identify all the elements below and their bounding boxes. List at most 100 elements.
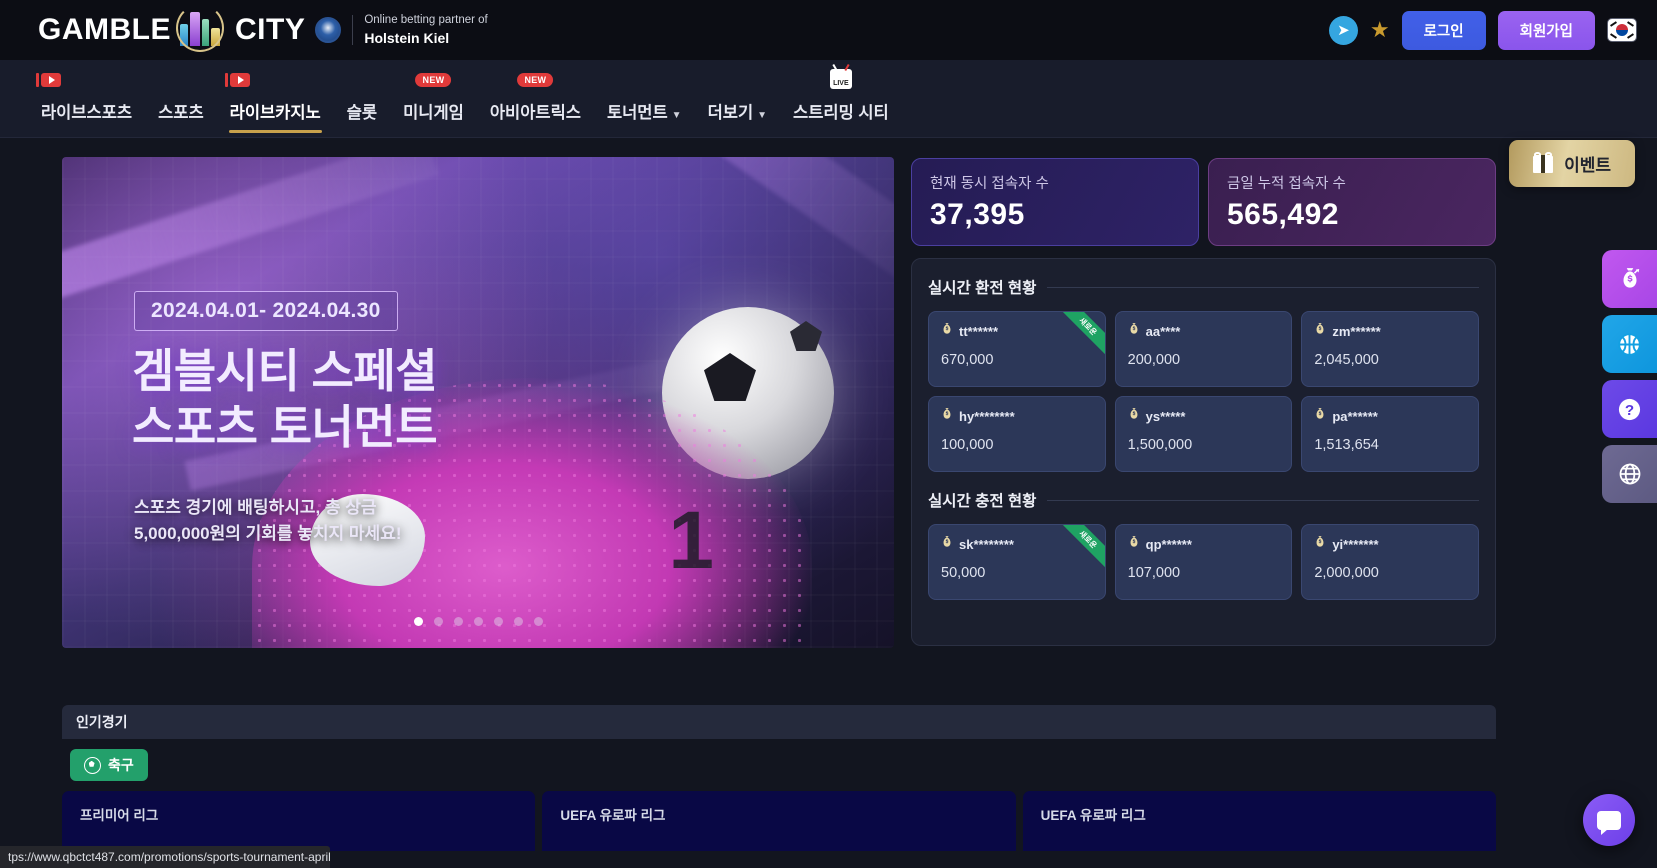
signup-button[interactable]: 회원가입 bbox=[1497, 10, 1595, 50]
exchange-card: tt****** 670,000 새로운 bbox=[928, 311, 1106, 387]
gift-icon bbox=[1533, 152, 1554, 173]
match-card[interactable]: 프리미어 리그 bbox=[62, 791, 536, 851]
promo-date-range-text: 2024.04.01- 2024.04.30 bbox=[151, 299, 381, 322]
user-row: tt****** bbox=[941, 323, 1093, 339]
nav-label: 아비아트릭스 bbox=[489, 104, 581, 122]
amount-value: 2,045,000 bbox=[1314, 352, 1379, 368]
exchange-card: aa**** 200,000 bbox=[1114, 311, 1293, 387]
header-divider bbox=[1047, 286, 1479, 288]
masked-username: pa****** bbox=[1332, 408, 1378, 424]
carousel-dot-4[interactable] bbox=[473, 617, 483, 626]
nav-item-more[interactable]: 더보기 ▼ bbox=[695, 99, 780, 137]
nav-label: 라이브스포츠 bbox=[41, 104, 133, 122]
south-korea-flag-icon[interactable] bbox=[1607, 18, 1637, 42]
floating-side-rail: ? bbox=[1602, 250, 1657, 503]
exchange-card: zm****** 2,045,000 bbox=[1301, 311, 1479, 387]
nav-item-slots[interactable]: 슬롯 bbox=[334, 99, 390, 137]
match-card[interactable]: UEFA 유로파 리그 bbox=[542, 791, 1016, 851]
promo-date-range: 2024.04.01- 2024.04.30 bbox=[134, 291, 398, 331]
nav-item-live-casino[interactable]: 라이브카지노 bbox=[217, 73, 334, 137]
carousel-dot-5[interactable] bbox=[493, 617, 503, 626]
question-mark-icon[interactable]: ? bbox=[1602, 380, 1657, 438]
nav-label: 더보기 bbox=[707, 104, 754, 122]
user-row: sk******** bbox=[941, 536, 1093, 552]
header-divider bbox=[1047, 499, 1479, 501]
money-bag-arrow-icon[interactable] bbox=[1602, 250, 1657, 308]
user-row: aa**** bbox=[1128, 323, 1280, 339]
event-button[interactable]: 이벤트 bbox=[1509, 140, 1635, 187]
main-nav: 라이브스포츠 스포츠 라이브카지노 슬롯 NEW 미니게임 NEW 아비아트릭스 bbox=[0, 60, 1657, 187]
chat-bubble-icon[interactable] bbox=[1583, 794, 1635, 846]
nav-label: 라이브카지노 bbox=[229, 104, 321, 122]
user-row: pa****** bbox=[1314, 408, 1466, 424]
league-name: UEFA 유로파 리그 bbox=[1040, 808, 1146, 823]
globe-icon[interactable] bbox=[1602, 445, 1657, 503]
login-button[interactable]: 로그인 bbox=[1401, 10, 1486, 50]
league-name: UEFA 유로파 리그 bbox=[560, 808, 666, 823]
hero-promo-banner[interactable]: 1 2024.04.01- 2024.04.30 겜블시티 스페셜 스포츠 토너… bbox=[62, 157, 894, 648]
exchange-section-title: 실시간 환전 현황 bbox=[928, 280, 1037, 297]
user-row: hy******** bbox=[941, 408, 1093, 424]
basketball-icon[interactable] bbox=[1602, 315, 1657, 373]
masked-username: zm****** bbox=[1332, 323, 1381, 339]
nav-label: 슬롯 bbox=[346, 104, 378, 122]
user-row: ys***** bbox=[1128, 408, 1280, 424]
sport-tab-soccer[interactable]: 축구 bbox=[70, 749, 148, 781]
user-row: zm****** bbox=[1314, 323, 1466, 339]
stat-card-concurrent-users: 현재 동시 접속자 수 37,395 bbox=[911, 158, 1199, 246]
money-bag-icon bbox=[941, 536, 953, 552]
stat-label: 현재 동시 접속자 수 bbox=[930, 176, 1049, 192]
carousel-dot-6[interactable] bbox=[513, 617, 523, 626]
amount-value: 200,000 bbox=[1127, 352, 1181, 368]
logo-text-right: CITY bbox=[235, 13, 306, 46]
nav-item-tournament[interactable]: 토너먼트 ▼ bbox=[594, 99, 695, 137]
exchange-section-header: 실시간 환전 현황 bbox=[928, 276, 1479, 298]
user-row: yi******* bbox=[1314, 536, 1466, 552]
telegram-icon[interactable]: ➤ bbox=[1328, 15, 1358, 45]
site-logo[interactable]: GAMBLE CITY Online betting partner of Ho… bbox=[38, 4, 488, 52]
nav-label: 토너먼트 bbox=[606, 104, 668, 122]
exchange-card: hy******** 100,000 bbox=[928, 396, 1106, 472]
logo-divider bbox=[352, 15, 354, 45]
money-bag-icon bbox=[1314, 408, 1326, 424]
star-icon[interactable]: ★ bbox=[1370, 19, 1390, 41]
stat-label: 금일 누적 접속자 수 bbox=[1227, 176, 1346, 192]
promo-title-line1: 겜블시티 스페셜 bbox=[132, 345, 438, 397]
stat-value: 565,492 bbox=[1227, 198, 1339, 231]
chevron-down-icon: ▼ bbox=[671, 110, 682, 121]
nav-item-sports[interactable]: 스포츠 bbox=[145, 99, 217, 137]
league-name: 프리미어 리그 bbox=[80, 808, 159, 823]
charge-card: yi******* 2,000,000 bbox=[1301, 524, 1479, 600]
nav-label: 스트리밍 시티 bbox=[793, 104, 889, 122]
money-bag-icon bbox=[1314, 323, 1326, 339]
carousel-dots[interactable] bbox=[62, 617, 894, 626]
nav-label: 스포츠 bbox=[158, 104, 204, 122]
city-skyline-icon bbox=[174, 4, 232, 52]
nav-item-live-sports[interactable]: 라이브스포츠 bbox=[28, 73, 145, 137]
promo-subtitle-line2: 5,000,000원의 기회를 놓치지 마세요! bbox=[134, 524, 402, 544]
carousel-dot-3[interactable] bbox=[453, 617, 463, 626]
match-card[interactable]: UEFA 유로파 리그 bbox=[1022, 791, 1496, 851]
money-bag-icon bbox=[1128, 323, 1140, 339]
youtube-badge-icon bbox=[36, 73, 61, 87]
money-bag-icon bbox=[1128, 408, 1140, 424]
nav-item-minigame[interactable]: NEW 미니게임 bbox=[390, 73, 477, 137]
partner-line1: Online betting partner of bbox=[364, 13, 488, 26]
browser-status-bar: tps://www.qbctct487.com/promotions/sport… bbox=[0, 846, 330, 868]
masked-username: qp****** bbox=[1145, 536, 1192, 552]
promo-subtitle-line1: 스포츠 경기에 배팅하시고, 총 상금 bbox=[134, 498, 377, 517]
exchange-card-grid: tt****** 670,000 새로운 aa**** 200,000 zm****** 2… bbox=[928, 311, 1479, 472]
page-root: GAMBLE CITY Online betting partner of Ho… bbox=[0, 0, 1657, 868]
carousel-dot-2[interactable] bbox=[433, 617, 443, 626]
partner-text: Online betting partner of Holstein Kiel bbox=[364, 12, 487, 49]
amount-value: 1,500,000 bbox=[1127, 437, 1193, 453]
carousel-dot-1[interactable] bbox=[413, 617, 423, 626]
user-row: qp****** bbox=[1128, 536, 1280, 552]
popular-matches-header: 인기경기 bbox=[62, 705, 1496, 739]
nav-item-streaming-city[interactable]: LIVE 스트리밍 시티 bbox=[780, 69, 902, 137]
nav-item-aviatrix[interactable]: NEW 아비아트릭스 bbox=[477, 73, 594, 137]
money-bag-icon bbox=[941, 323, 953, 339]
masked-username: sk******** bbox=[959, 536, 1014, 552]
carousel-dot-7[interactable] bbox=[533, 617, 543, 626]
amount-value: 107,000 bbox=[1127, 565, 1181, 581]
